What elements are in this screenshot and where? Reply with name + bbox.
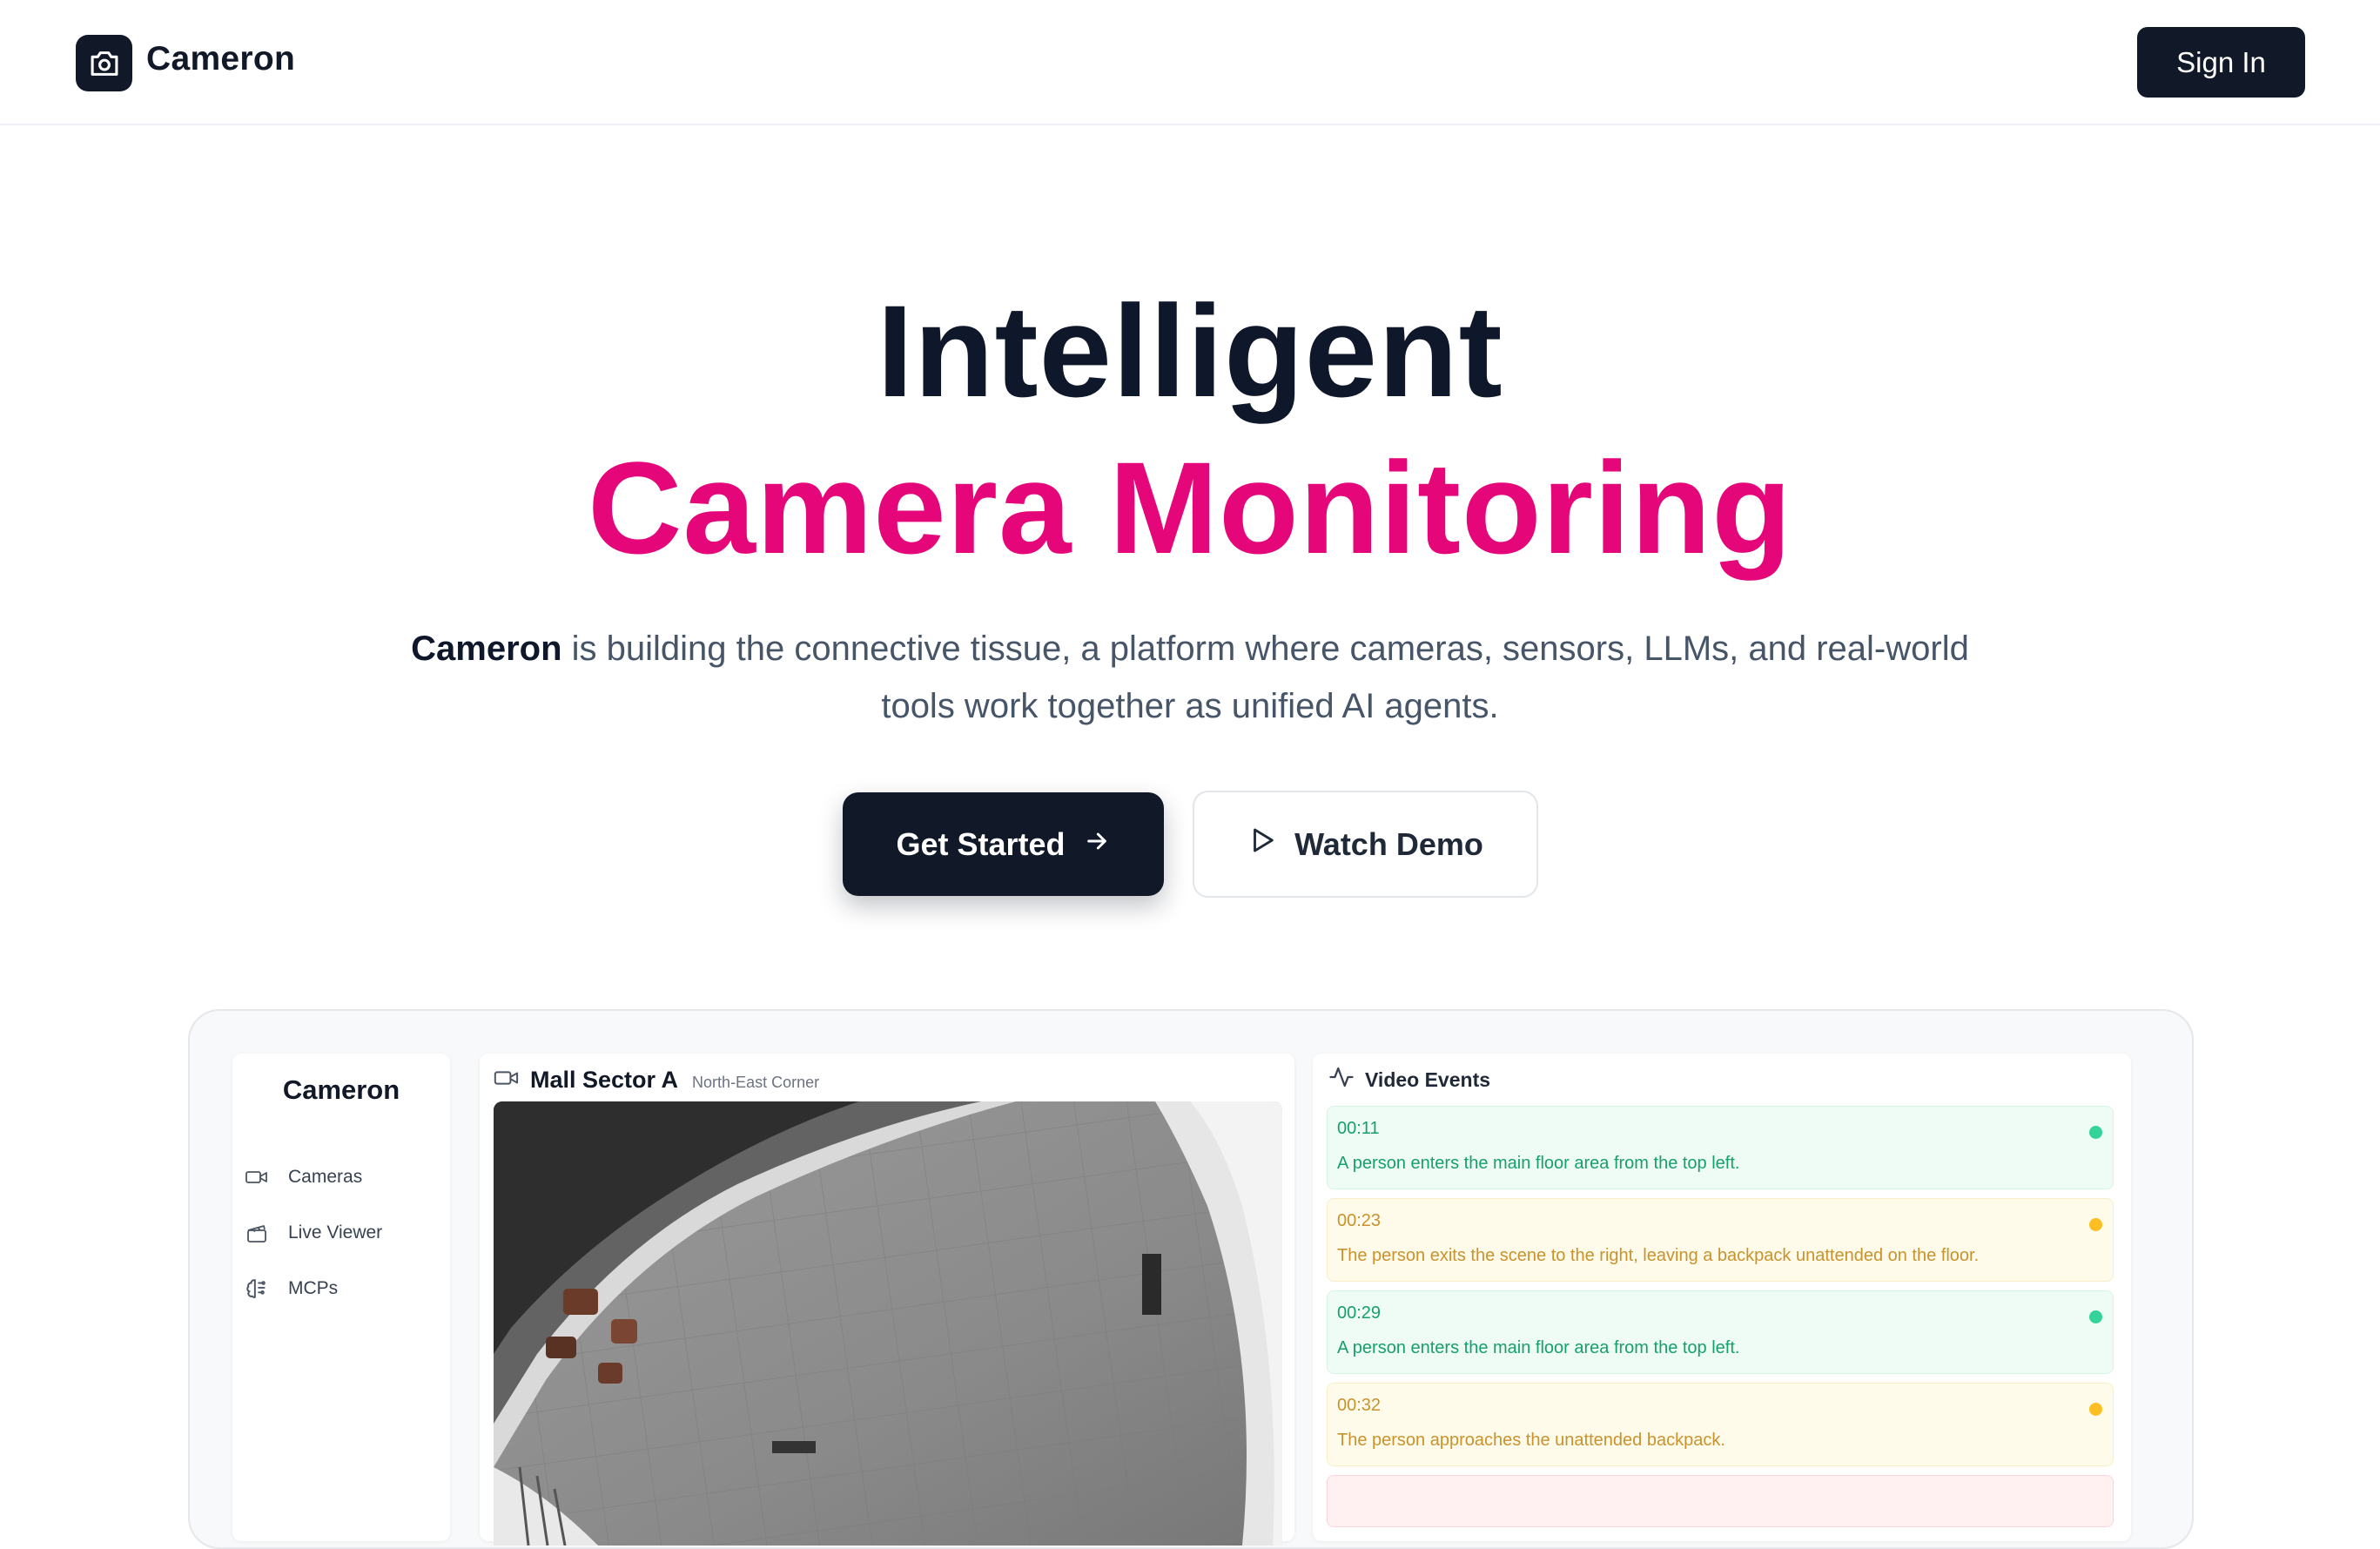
event-status-dot (2089, 1218, 2102, 1231)
brain-icon (245, 1276, 269, 1301)
sidebar-item-mcps[interactable]: MCPs (245, 1270, 445, 1308)
sidebar-item-label: MCPs (288, 1278, 339, 1298)
get-started-label: Get Started (896, 825, 1066, 862)
event-time: 00:29 (1337, 1303, 1382, 1323)
watch-demo-button[interactable]: Watch Demo (1193, 791, 1538, 898)
event-time: 00:11 (1337, 1119, 1380, 1138)
hero-subtitle-brand: Cameron (411, 630, 562, 668)
camera-header: Mall Sector A North-East Corner (494, 1062, 819, 1097)
camera-panel: Mall Sector A North-East Corner (480, 1054, 1294, 1546)
activity-icon (1328, 1064, 1355, 1095)
event-status-dot (2089, 1310, 2102, 1323)
hero-title-line-2: Camera Monitoring (588, 434, 1792, 581)
camera-icon[interactable] (76, 35, 132, 91)
camera-name: Mall Sector A (530, 1066, 679, 1093)
event-description: A person enters the main floor area from… (1337, 1338, 1740, 1357)
event-time: 00:23 (1337, 1211, 1382, 1230)
camera-feed[interactable] (494, 1101, 1282, 1546)
event-card[interactable] (1327, 1475, 2114, 1527)
watch-demo-label: Watch Demo (1294, 825, 1483, 862)
event-card[interactable]: 00:23 The person exits the scene to the … (1327, 1198, 2114, 1282)
video-camera-icon (494, 1068, 520, 1092)
video-events-header: Video Events (1328, 1062, 1490, 1097)
event-description: The person approaches the unattended bac… (1337, 1431, 1725, 1450)
event-status-dot (2089, 1126, 2102, 1139)
event-card[interactable]: 00:32 The person approaches the unattend… (1327, 1383, 2114, 1466)
event-card[interactable]: 00:11 A person enters the main floor are… (1327, 1106, 2114, 1189)
sidebar-item-cameras[interactable]: Cameras (245, 1158, 445, 1196)
sidebar-item-label: Cameras (288, 1167, 363, 1187)
arrow-right-icon (1083, 826, 1111, 863)
clapperboard-icon (245, 1221, 269, 1245)
event-time: 00:32 (1337, 1396, 1382, 1415)
event-description: The person exits the scene to the right,… (1337, 1246, 1980, 1265)
top-navbar: Cameron Sign In (0, 0, 2380, 125)
video-camera-icon (245, 1165, 269, 1189)
event-description: A person enters the main floor area from… (1337, 1154, 1740, 1173)
sidebar-item-live-viewer[interactable]: Live Viewer (245, 1214, 445, 1252)
brand-name[interactable]: Cameron (146, 40, 295, 78)
hero-title-line-1: Intelligent (877, 278, 1503, 424)
camera-location: North-East Corner (692, 1073, 820, 1091)
camera-feed-image (494, 1101, 1282, 1546)
event-card[interactable]: 00:29 A person enters the main floor are… (1327, 1290, 2114, 1374)
sidebar-brand[interactable]: Cameron (232, 1074, 450, 1106)
hero-subtitle-text: is building the connective tissue, a pla… (561, 630, 1969, 725)
sign-in-button[interactable]: Sign In (2137, 27, 2305, 98)
play-icon (1247, 825, 1277, 864)
event-status-dot (2089, 1403, 2102, 1416)
video-events-panel: Video Events 00:11 A person enters the m… (1313, 1054, 2131, 1541)
video-events-title: Video Events (1365, 1067, 1491, 1091)
sidebar-item-label: Live Viewer (288, 1222, 383, 1243)
get-started-button[interactable]: Get Started (843, 792, 1164, 896)
preview-sidebar: Cameron Cameras Live Viewer MCPs (232, 1054, 450, 1541)
hero-subtitle: Cameron is building the connective tissu… (409, 620, 1971, 735)
